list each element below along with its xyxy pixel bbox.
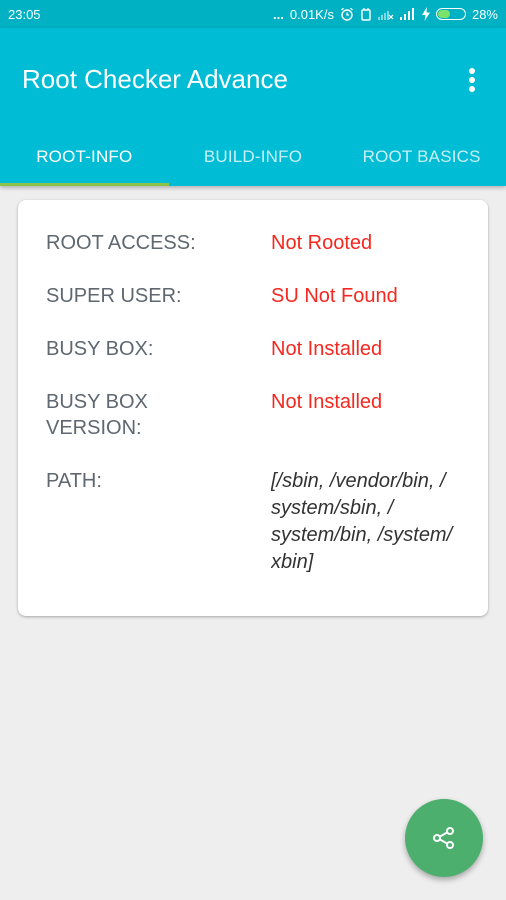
tab-bar: ROOT-INFO BUILD-INFO ROOT BASICS: [0, 128, 506, 186]
signal-icon: [399, 8, 414, 20]
busy-box-version-value: Not Installed: [271, 391, 383, 413]
signal-x-icon: [377, 11, 394, 20]
status-time: 23:05: [8, 6, 41, 22]
app-title: Root Checker Advance: [22, 64, 288, 94]
app-bar: Root Checker Advance ROOT-INFO BUILD-INF…: [0, 28, 506, 186]
network-speed: 0.01K/s: [289, 6, 334, 22]
status-icons: ... 0.01K/s 28%: [273, 7, 498, 22]
busy-box-value: Not Installed: [271, 338, 383, 360]
battery-icon: [435, 8, 466, 20]
tab-label: ROOT-INFO: [36, 147, 133, 166]
busy-box-label: BUSY BOX:: [46, 338, 154, 360]
tab-root-basics[interactable]: ROOT BASICS: [337, 128, 506, 186]
share-button[interactable]: [405, 799, 483, 877]
tab-label: BUILD-INFO: [203, 147, 303, 166]
status-bar: 23:05 ... 0.01K/s 28%: [0, 0, 506, 28]
root-access-label: ROOT ACCESS:: [46, 232, 196, 254]
super-user-value: SU Not Found: [271, 285, 398, 307]
status-dots: ...: [273, 6, 284, 22]
share-icon: [433, 827, 454, 849]
battery-percent: 28%: [471, 6, 498, 22]
tab-build-info[interactable]: BUILD-INFO: [169, 128, 338, 186]
path-label: PATH:: [46, 470, 102, 492]
super-user-label: SUPER USER:: [46, 285, 182, 307]
charging-icon: [421, 7, 430, 21]
root-info-card: ROOT ACCESS: Not Rooted SUPER USER: SU N…: [18, 200, 488, 616]
path-value: [/sbin, /vendor/bin, / system/sbin, / sy…: [271, 470, 453, 573]
tab-root-info[interactable]: ROOT-INFO: [0, 128, 169, 186]
busy-box-version-label: BUSY BOX VERSION:: [46, 391, 148, 439]
device-icon: [361, 8, 371, 21]
more-vert-icon[interactable]: [456, 64, 488, 96]
alarm-icon: [341, 7, 353, 21]
root-access-value: Not Rooted: [271, 232, 373, 254]
tab-label: ROOT BASICS: [362, 147, 481, 166]
